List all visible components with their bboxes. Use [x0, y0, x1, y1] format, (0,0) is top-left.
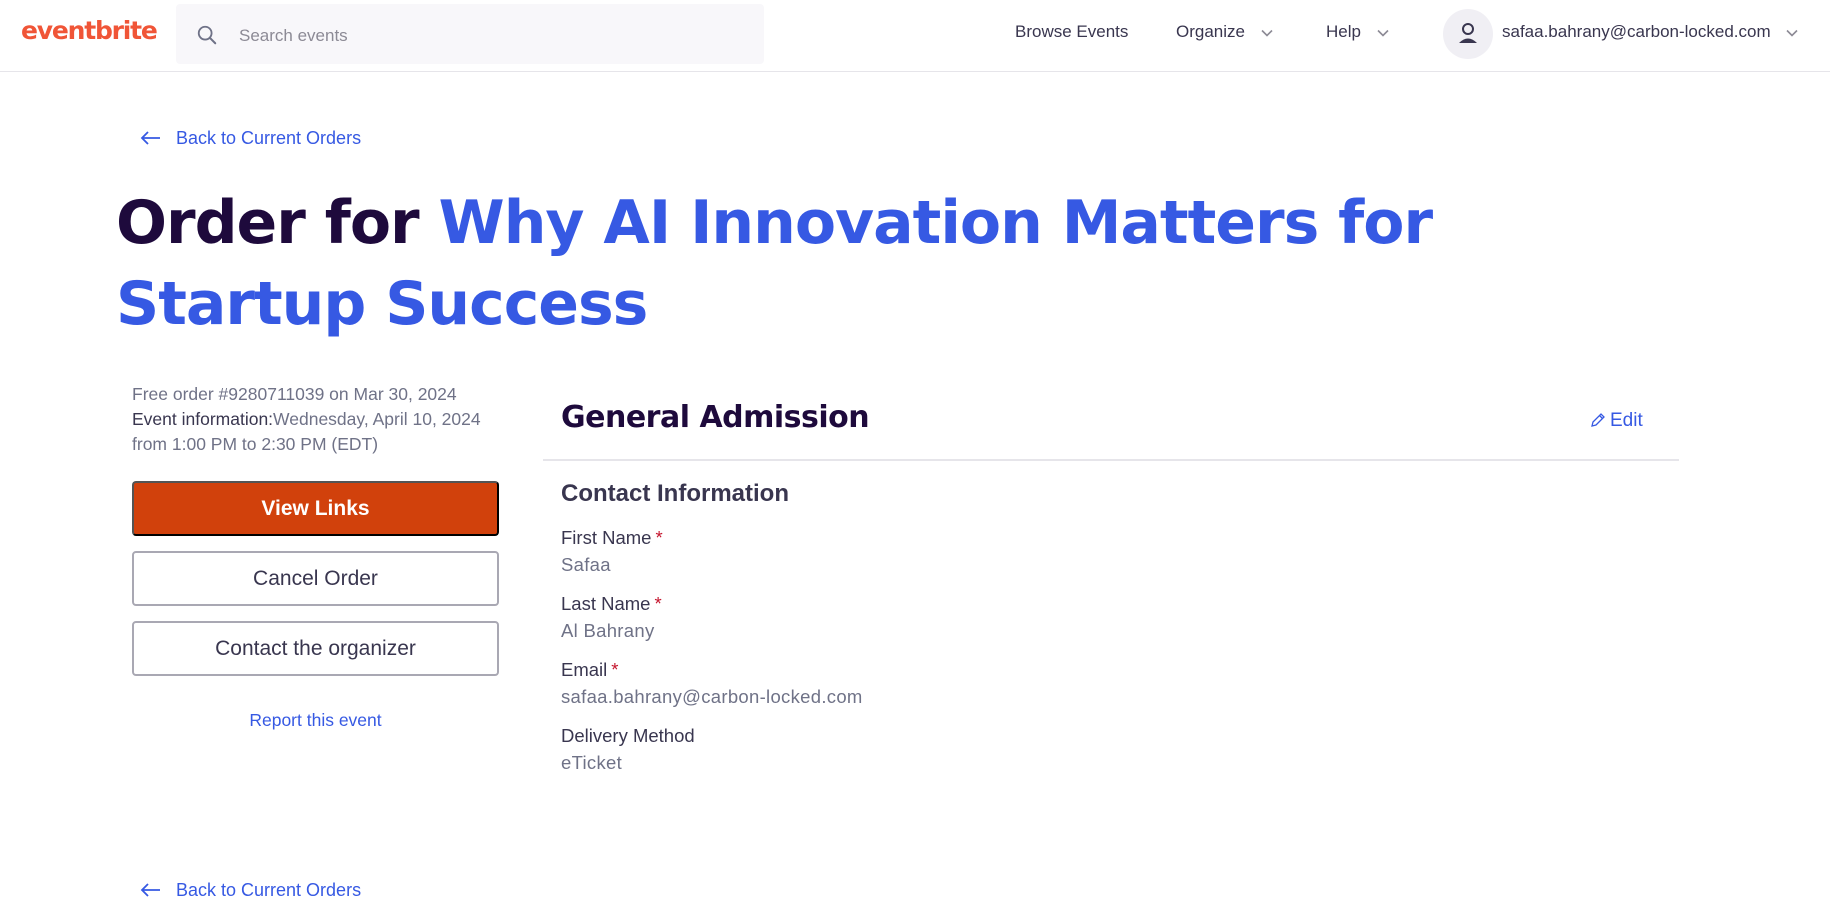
search-icon — [197, 25, 217, 45]
edit-label: Edit — [1610, 410, 1643, 431]
contact-organizer-button[interactable]: Contact the organizer — [132, 621, 499, 676]
nav-help-menu[interactable]: Help — [1326, 22, 1390, 42]
search-input[interactable]: Search events — [239, 26, 348, 46]
chevron-down-icon — [1377, 29, 1389, 37]
event-info-label: Event information: — [132, 409, 274, 429]
field-label-text: First Name — [561, 527, 652, 548]
field-label-text: Email — [561, 659, 608, 680]
delivery-method-value: eTicket — [561, 752, 623, 773]
edit-button[interactable]: Edit — [1590, 410, 1643, 432]
back-link-label: Back to Current Orders — [176, 128, 362, 148]
chevron-down-icon — [1261, 29, 1273, 37]
ticket-type-title: General Admission — [561, 400, 870, 435]
cancel-order-button[interactable]: Cancel Order — [132, 551, 499, 606]
order-number-line: Free order #9280711039 on Mar 30, 2024 — [132, 384, 457, 404]
last-name-value: Al Bahrany — [561, 620, 655, 641]
nav-help-label: Help — [1326, 22, 1361, 41]
back-to-orders-link-top[interactable]: Back to Current Orders — [140, 128, 361, 149]
first-name-label: First Name * — [561, 527, 663, 549]
report-event-link[interactable]: Report this event — [132, 710, 499, 731]
arrow-left-icon — [140, 131, 160, 145]
top-nav-bar: eventbrite Search events Browse Events O… — [0, 0, 1830, 72]
section-divider — [543, 459, 1679, 461]
required-marker: * — [654, 593, 662, 614]
chevron-down-icon — [1786, 29, 1798, 37]
nav-organize-menu[interactable]: Organize — [1176, 22, 1274, 42]
back-link-label: Back to Current Orders — [176, 880, 362, 900]
email-value: safaa.bahrany@carbon-locked.com — [561, 686, 863, 707]
pencil-icon — [1591, 413, 1605, 427]
contact-info-heading: Contact Information — [561, 480, 789, 507]
page-title: Order for Why AI Innovation Matters for … — [116, 183, 1676, 345]
last-name-label: Last Name * — [561, 593, 662, 615]
arrow-left-icon — [140, 883, 160, 897]
search-bar[interactable]: Search events — [176, 4, 764, 64]
order-meta: Free order #9280711039 on Mar 30, 2024 E… — [132, 382, 512, 457]
email-label: Email * — [561, 659, 618, 681]
nav-organize-label: Organize — [1176, 22, 1245, 41]
delivery-method-label: Delivery Method — [561, 725, 695, 746]
view-links-button[interactable]: View Links — [132, 481, 499, 536]
required-marker: * — [611, 659, 619, 680]
user-email: safaa.bahrany@carbon-locked.com — [1502, 22, 1771, 41]
required-marker: * — [655, 527, 663, 548]
nav-browse-events-label: Browse Events — [1015, 22, 1129, 41]
first-name-value: Safaa — [561, 554, 611, 575]
nav-browse-events[interactable]: Browse Events — [1015, 22, 1128, 42]
event-info: Event information:Wednesday, April 10, 2… — [132, 407, 512, 457]
account-menu[interactable]: safaa.bahrany@carbon-locked.com — [1502, 22, 1799, 42]
back-to-orders-link-bottom[interactable]: Back to Current Orders — [140, 880, 361, 901]
field-label-text: Last Name — [561, 593, 651, 614]
avatar[interactable] — [1443, 9, 1493, 59]
eventbrite-logo[interactable]: eventbrite — [21, 16, 158, 45]
title-prefix: Order for — [116, 188, 439, 258]
user-icon — [1459, 23, 1477, 43]
